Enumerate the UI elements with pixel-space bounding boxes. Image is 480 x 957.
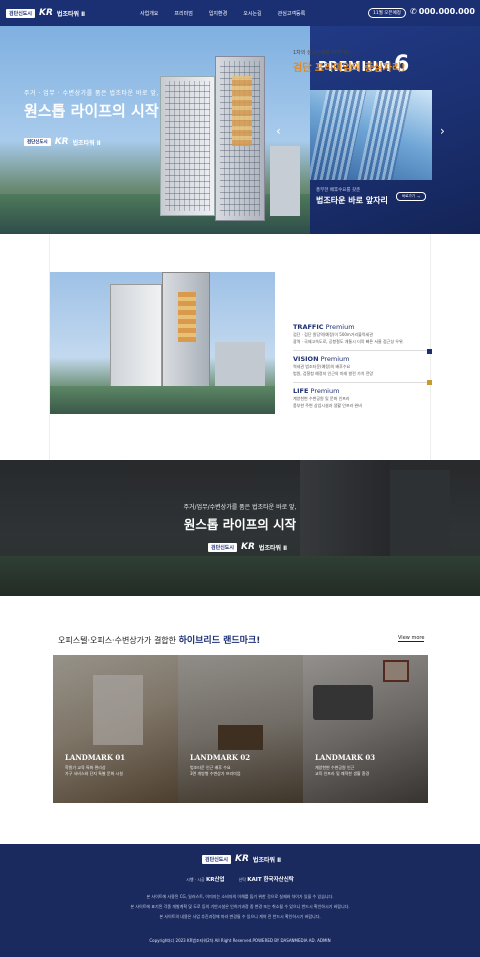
landmark-desc: 법조타운 인근 배후 수요 3면 개방형 수변상가 프리미엄 [190,765,241,777]
footer-notice: 본 사이트에 사용된 CG, 일러스트, 이미지는 소비자의 이해를 돕기 위한… [146,894,334,899]
section-eyebrow: 1차의 성공신화를 이어가는 [293,50,350,56]
main-nav: 사업개요 프리미엄 입지환경 오시는길 관심고객등록 [140,0,305,26]
hero-logo: 검단신도시 KR 법조타워 Ⅱ [24,137,101,147]
partner-developer: 시행 · 시공 KR산업 [186,875,224,883]
partner-trust: 신탁 KAIT 한국자산신탁 [239,875,294,883]
landmark-title-bold: 하이브리드 랜드마크! [178,636,261,646]
feature-name-bold: VISION [293,355,319,363]
footer-partners: 시행 · 시공 KR산업 신탁 KAIT 한국자산신탁 [0,875,480,883]
divider [293,382,427,383]
landmark-title-pre: 오피스텔·오피스·수변상가가 결합한 [58,636,179,645]
feature-name-bold: LIFE [293,387,309,395]
hero-banner: 주거 · 업무 · 수변상가를 품은 법조타운 바로 앞, 원스톱 라이프의 시… [0,26,310,234]
slider-prev-icon[interactable]: ‹ [276,124,281,138]
hero-subtitle: 주거 · 업무 · 수변상가를 품은 법조타운 바로 앞, [24,90,159,97]
feature-life: LIFE Premium 계양천변 수변공원 및 문화 인프라 풍부한 주변 상… [293,387,431,409]
landmark-gallery: LANDMARK 01 학원가 교육 특화 편리성 가구 서비스와 단지 특별 … [53,655,428,803]
hero-facade-accent [232,76,252,146]
landmark-panel-03[interactable]: LANDMARK 03 계양천변 수변공원 인근 교육 인프라 및 쾌적한 생활… [303,655,428,803]
feature-name-rest: Premium [318,355,350,363]
feature-line: 광역 · 국제고속도로, 공항철도 개통시 더욱 빠른 서울 접근성 우위 [293,339,403,344]
open-badge: 11월 오픈예정 [368,8,406,18]
footer-copyright: Copyright(c) 2023 KR법조타워2차 All Right Res… [149,938,331,943]
nav-item-location[interactable]: 입지환경 [209,10,227,17]
feature-name-rest: Premium [308,387,340,395]
premium-headline: 법조타운 바로 앞자리 [316,196,388,205]
phone-number[interactable]: ✆ 000.000.000 [410,7,475,16]
nav-item-overview[interactable]: 사업개요 [140,10,158,17]
logo-badge: 검단신도시 [6,8,36,18]
nav-item-directions[interactable]: 오시는길 [243,10,261,17]
logo-name: 법조타워 Ⅱ [56,10,86,18]
feature-line: 법원, 검찰청 예정지 인근의 미래 발전 가치 전망 [293,371,374,376]
footer-notice: 본 사이트의 내용은 사업 추진과정에 따라 변경될 수 있으니 계약 전 반드… [159,914,321,919]
one-stop-band: 주거/업무/수변상가를 품은 법조타운 바로 앞, 원스톱 라이프의 시작 검단… [0,460,480,596]
slider-next-icon[interactable]: › [440,124,445,138]
logo-name: 법조타워 Ⅱ [72,139,101,147]
premium-caption: 풍부한 배후수요를 갖춘 [316,188,361,193]
logo-kr-mark: KR [54,137,69,147]
landmark-label: LANDMARK 01 [65,753,126,762]
logo-badge: 검단신도시 [208,542,238,552]
band-title: 원스톱 라이프의 시작 [183,517,297,532]
feature-line: 계양천변 수변공원 및 문화 인프라 [293,396,350,401]
feature-vision: VISION Premium 역세권 법조타운(예정)의 배후수요 법원, 검찰… [293,355,431,377]
building-rendering-image [50,272,275,414]
landmark-desc-line: 가구 서비스와 단지 특별 문화 시설 [65,771,123,776]
premium-more-button[interactable]: 바로가기 → [396,192,426,201]
marker-navy [427,349,432,354]
landmark-panel-02[interactable]: LANDMARK 02 법조타운 인근 배후 수요 3면 개방형 수변상가 프리… [178,655,303,803]
landmark-label: LANDMARK 02 [190,753,251,762]
landmark-panel-01[interactable]: LANDMARK 01 학원가 교육 특화 편리성 가구 서비스와 단지 특별 … [53,655,178,803]
premium-building-photo [310,90,432,180]
band-subtitle: 주거/업무/수변상가를 품은 법조타운 바로 앞, [183,504,297,511]
arrow-right-icon: → [416,194,420,199]
footer-notice: 본 사이트에 표기된 각종 개발계획 및 도로 등의 기반시설은 인허가과정 중… [130,904,350,909]
phone-icon: ✆ [410,7,417,16]
feature-line: 검단 · 검단 원당역(예정)이 500m거리블럭세권 [293,332,373,337]
band-logo: 검단신도시 KR 법조타워 Ⅱ [208,542,287,552]
header-logo[interactable]: 검단신도시 KR 법조타워 Ⅱ [6,8,85,18]
landmark-desc: 계양천변 수변공원 인근 교육 인프라 및 쾌적한 생활 환경 [315,765,369,777]
partner-label: 신탁 [238,877,246,882]
nav-item-premium[interactable]: 프리미엄 [174,10,192,17]
section-title: 검단 프리미엄의 중심자리! [293,63,406,74]
logo-kr-mark: KR [39,8,53,18]
site-footer: 검단신도시 KR 법조타워 Ⅱ 시행 · 시공 KR산업 신탁 KAIT 한국자… [0,844,480,957]
logo-name: 법조타워 Ⅱ [252,856,282,864]
landmark-title: 오피스텔·오피스·수변상가가 결합한 하이브리드 랜드마크! [58,633,260,646]
divider [293,350,427,351]
feature-name-bold: TRAFFIC [293,323,324,331]
partner-name: KAIT 한국자산신탁 [247,877,294,883]
landmark-label: LANDMARK 03 [315,753,376,762]
logo-badge: 검단신도시 [24,138,51,146]
footer-logo: 검단신도시 KR 법조타워 Ⅱ [202,854,281,864]
site-header: 검단신도시 KR 법조타워 Ⅱ 사업개요 프리미엄 입지환경 오시는길 관심고객… [0,0,480,26]
landmark-desc: 학원가 교육 특화 편리성 가구 서비스와 단지 특별 문화 시설 [65,765,123,777]
hero-tower-image [160,76,215,216]
feature-name-rest: Premium [323,323,355,331]
partner-name: KR산업 [205,877,225,883]
hero-tower-image [270,146,300,216]
logo-badge: 검단신도시 [202,854,232,864]
premium-panel: PREMIUM 6 풍부한 배후수요를 갖춘 법조타운 바로 앞자리 바로가기 … [310,26,480,234]
landmark-desc-line: 3면 개방형 수변상가 프리미엄 [190,771,241,776]
landmark-desc-line: 교육 인프라 및 쾌적한 생활 환경 [315,771,370,776]
logo-kr-mark: KR [241,542,255,552]
logo-name: 법조타워 Ⅱ [258,544,288,552]
marker-gold [427,380,432,385]
logo-kr-mark: KR [235,854,249,864]
more-button-label: 바로가기 [402,194,415,198]
landmark-section: 오피스텔·오피스·수변상가가 결합한 하이브리드 랜드마크! View more… [0,596,480,844]
phone-text: 000.000.000 [418,7,475,16]
feature-traffic: TRAFFIC Premium 검단 · 검단 원당역(예정)이 500m거리블… [293,323,431,345]
feature-line: 역세권 법조타운(예정)의 배후수요 [293,364,351,369]
hero-title: 원스톱 라이프의 시작 [24,102,159,120]
view-more-link[interactable]: View more [398,635,425,642]
nav-item-register[interactable]: 관심고객등록 [278,10,306,17]
partner-label: 시행 · 시공 [186,877,205,882]
feature-line: 풍부한 주변 상업시설과 생활 인프라 완비 [293,403,362,408]
